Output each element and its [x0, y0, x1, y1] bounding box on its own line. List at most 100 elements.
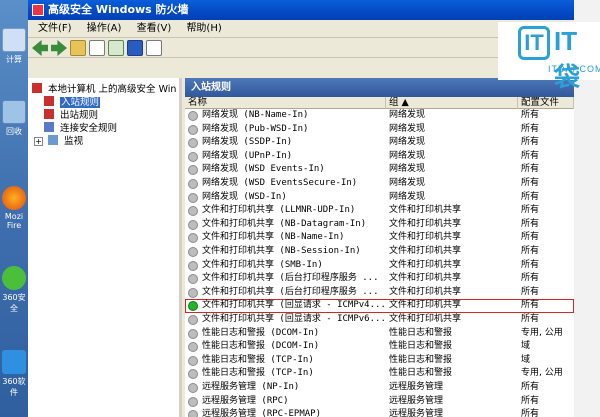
rule-group: 文件和打印机共享: [389, 232, 462, 243]
rule-profile: 所有: [521, 205, 540, 216]
rule-group: 远程服务管理: [389, 395, 444, 406]
rule-profile: 所有: [521, 178, 540, 188]
expand-icon[interactable]: +: [34, 137, 43, 146]
rule-group: 文件和打印机共享: [389, 205, 462, 216]
properties-icon[interactable]: [146, 40, 162, 56]
table-row[interactable]: 性能日志和警报 (TCP-In)性能日志和警报专用, 公用否: [185, 367, 574, 381]
rule-name: 性能日志和警报 (TCP-In): [202, 354, 314, 365]
rule-group: 文件和打印机共享: [389, 314, 462, 324]
disabled-rule-icon: [188, 138, 198, 149]
table-row[interactable]: 远程服务管理 (NP-In)远程服务管理所有否: [185, 381, 574, 395]
table-row[interactable]: 文件和打印机共享 (后台打印程序服务 ...文件和打印机共享所有否: [185, 286, 574, 300]
menu-help[interactable]: 帮助(H): [180, 20, 227, 38]
rule-name: 性能日志和警报 (DCOM-In): [202, 341, 320, 352]
disabled-rule-icon: [188, 287, 198, 298]
title-bar[interactable]: 高级安全 Windows 防火墙: [28, 0, 574, 20]
table-row[interactable]: 网络发现 (NB-Name-In)网络发现所有否: [185, 109, 574, 123]
rule-group: 文件和打印机共享: [389, 246, 462, 256]
itdai-logo: IT IT袋 ITDAI.COM: [498, 22, 600, 92]
column-group[interactable]: 组 ▲: [386, 97, 518, 109]
rule-name: 文件和打印机共享 (SMB-In): [202, 259, 323, 270]
disabled-rule-icon: [188, 192, 198, 203]
table-row[interactable]: 文件和打印机共享 (NB-Datagram-In)文件和打印机共享所有否: [185, 218, 574, 232]
list-pane-title: 入站规则: [185, 78, 574, 97]
back-icon[interactable]: [32, 40, 48, 56]
rule-name: 网络发现 (WSD-In): [202, 191, 287, 202]
table-row[interactable]: 文件和打印机共享 (后台打印程序服务 ...文件和打印机共享所有否: [185, 272, 574, 286]
desktop-icon-360-software[interactable]: 360软件: [0, 350, 28, 398]
column-profile[interactable]: 配置文件: [518, 97, 574, 109]
up-folder-icon[interactable]: [70, 40, 86, 56]
forward-icon[interactable]: [51, 40, 67, 56]
table-row[interactable]: 文件和打印机共享 (SMB-In)文件和打印机共享所有否: [185, 259, 574, 273]
table-row[interactable]: 文件和打印机共享 (LLMNR-UDP-In)文件和打印机共享所有否: [185, 204, 574, 218]
rule-name: 网络发现 (WSD Events-In): [202, 164, 325, 175]
menu-view[interactable]: 查看(V): [131, 20, 178, 38]
column-name[interactable]: 名称: [185, 97, 386, 109]
table-row[interactable]: 网络发现 (Pub-WSD-In)网络发现所有否: [185, 123, 574, 137]
window-title: 高级安全 Windows 防火墙: [48, 3, 189, 16]
help-icon[interactable]: [127, 40, 143, 56]
disabled-rule-icon: [188, 355, 198, 366]
table-row[interactable]: 性能日志和警报 (DCOM-In)性能日志和警报域否: [185, 340, 574, 354]
table-row[interactable]: 网络发现 (WSD EventsSecure-In)网络发现所有否: [185, 177, 574, 191]
tree-item-connection-security-rules[interactable]: 连接安全规则: [44, 122, 117, 135]
tree-item-monitoring[interactable]: + 监视: [34, 135, 83, 148]
rule-profile: 所有: [521, 191, 540, 202]
connection-security-icon: [44, 122, 54, 132]
disabled-rule-icon: [188, 165, 198, 176]
desktop-icon-firefox[interactable]: Mozi Fire: [0, 186, 28, 230]
table-row[interactable]: 性能日志和警报 (DCOM-In)性能日志和警报专用, 公用否: [185, 327, 574, 341]
outbound-rules-icon: [44, 109, 54, 119]
rule-group: 文件和打印机共享: [389, 218, 462, 229]
table-row[interactable]: 远程服务管理 (RPC)远程服务管理所有否: [185, 395, 574, 409]
rule-profile: 所有: [521, 110, 540, 120]
desktop: 计算 回收 Mozi Fire 360安全 360软件: [0, 0, 28, 417]
rule-profile: 所有: [521, 314, 540, 324]
rule-profile: 所有: [521, 218, 540, 229]
show-hide-tree-icon[interactable]: [89, 40, 105, 56]
table-row[interactable]: 性能日志和警报 (TCP-In)性能日志和警报域否: [185, 354, 574, 368]
rule-name: 性能日志和警报 (TCP-In): [202, 368, 314, 379]
monitoring-icon: [48, 135, 59, 145]
table-row[interactable]: 网络发现 (WSD Events-In)网络发现所有否: [185, 163, 574, 177]
table-row[interactable]: 网络发现 (WSD-In)网络发现所有否: [185, 191, 574, 205]
menu-action[interactable]: 操作(A): [81, 20, 128, 38]
table-row[interactable]: 文件和打印机共享 (回显请求 - ICMPv4...文件和打印机共享所有是: [185, 299, 574, 313]
desktop-icon-computer[interactable]: 计算: [0, 28, 28, 65]
rule-group: 远程服务管理: [389, 409, 444, 417]
menu-file[interactable]: 文件(F): [32, 20, 78, 38]
desktop-icon-recycle-bin[interactable]: 回收: [0, 100, 28, 137]
logo-badge: IT: [518, 26, 550, 60]
table-row[interactable]: 文件和打印机共享 (NB-Name-In)文件和打印机共享所有否: [185, 231, 574, 245]
table-row[interactable]: 文件和打印机共享 (回显请求 - ICMPv6...文件和打印机共享所有否: [185, 313, 574, 327]
tree-item-inbound-rules[interactable]: 入站规则: [44, 96, 101, 109]
table-row[interactable]: 网络发现 (SSDP-In)网络发现所有否: [185, 136, 574, 150]
export-list-icon[interactable]: [108, 40, 124, 56]
disabled-rule-icon: [188, 179, 198, 189]
rule-profile: 所有: [521, 300, 540, 311]
desktop-icon-360-security[interactable]: 360安全: [0, 266, 28, 314]
rule-name: 文件和打印机共享 (NB-Datagram-In): [202, 218, 367, 229]
table-row[interactable]: 远程服务管理 (RPC-EPMAP)远程服务管理所有否: [185, 408, 574, 417]
recycle-bin-icon: [2, 100, 26, 124]
tree-item-outbound-rules[interactable]: 出站规则: [44, 109, 98, 122]
table-row[interactable]: 文件和打印机共享 (NB-Session-In)文件和打印机共享所有否: [185, 245, 574, 259]
disabled-rule-icon: [188, 369, 198, 380]
rule-name: 网络发现 (WSD EventsSecure-In): [202, 178, 358, 188]
table-row[interactable]: 网络发现 (UPnP-In)网络发现所有否: [185, 150, 574, 164]
rule-profile: 域: [521, 341, 531, 352]
disabled-rule-icon: [188, 315, 198, 325]
disabled-rule-icon: [188, 396, 198, 407]
rule-group: 性能日志和警报: [389, 341, 453, 352]
rule-name: 远程服务管理 (RPC-EPMAP): [202, 409, 322, 417]
disabled-rule-icon: [188, 342, 198, 353]
rule-name: 文件和打印机共享 (回显请求 - ICMPv6...: [202, 314, 386, 324]
360-security-icon: [2, 266, 26, 290]
rule-group: 网络发现: [389, 123, 426, 134]
disabled-rule-icon: [188, 151, 198, 162]
disabled-rule-icon: [188, 260, 198, 271]
menu-bar: 文件(F) 操作(A) 查看(V) 帮助(H): [28, 20, 574, 38]
tree-root[interactable]: 本地计算机 上的高级安全 Win: [32, 83, 176, 96]
console-tree: 本地计算机 上的高级安全 Win 入站规则 出站规则 连接安全规则 + 监视: [28, 78, 182, 417]
